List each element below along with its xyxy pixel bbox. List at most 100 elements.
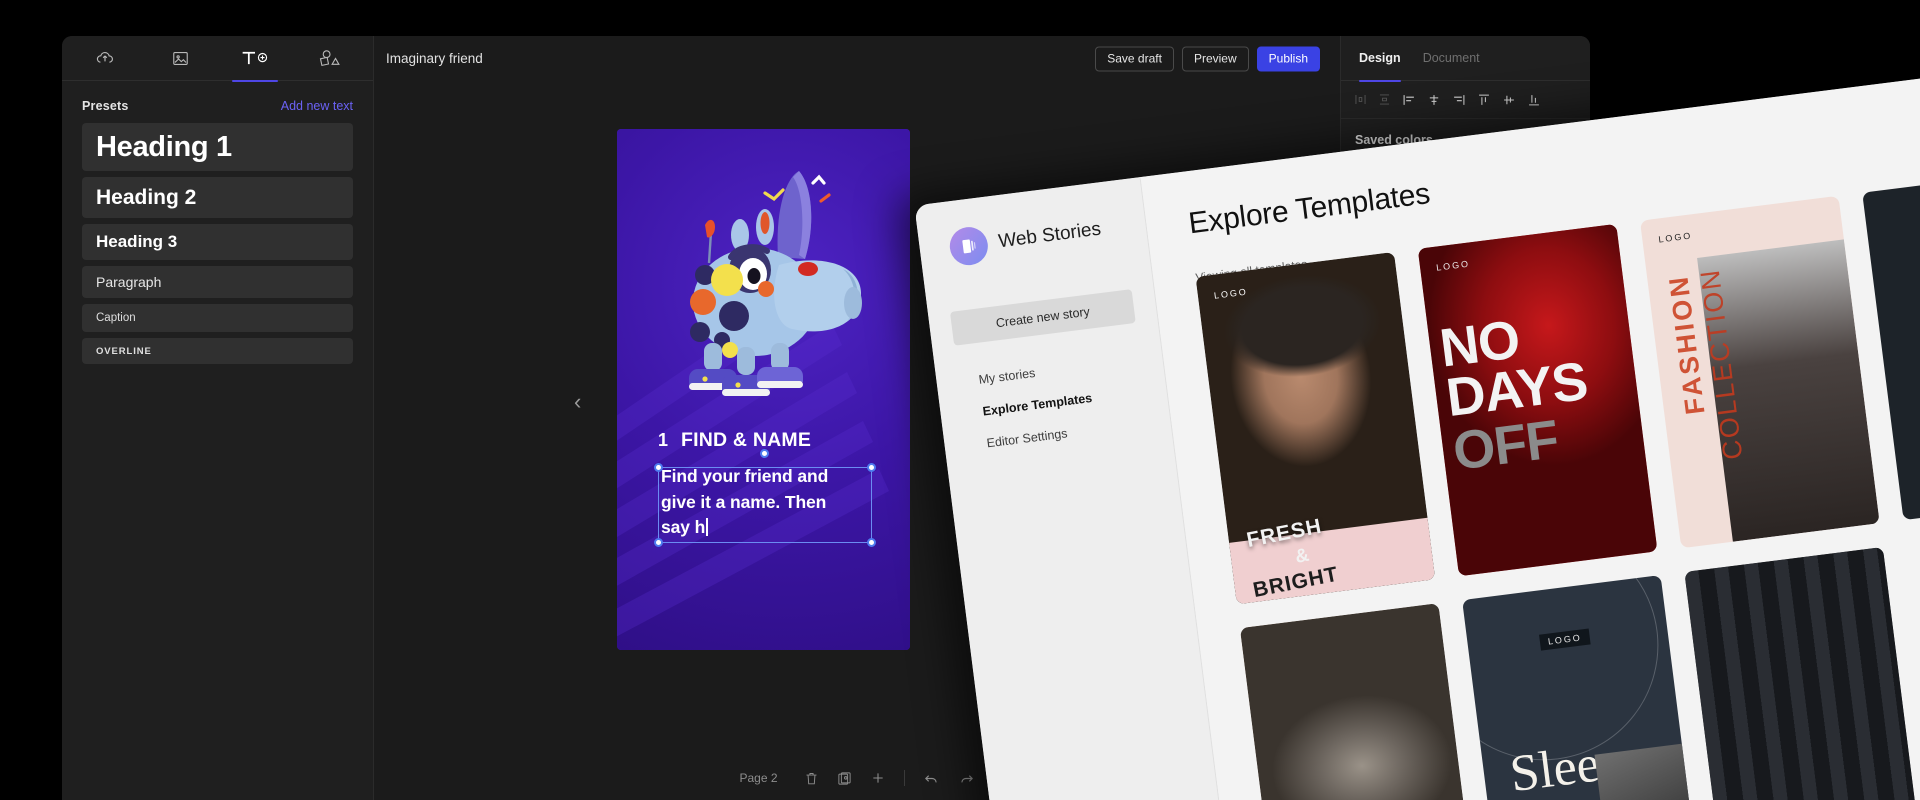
web-stories-logo-icon bbox=[947, 224, 991, 268]
undo-button[interactable] bbox=[923, 770, 940, 787]
dashboard-nav: My stories Explore Templates Editor Sett… bbox=[978, 350, 1171, 451]
media-tab[interactable] bbox=[143, 36, 218, 81]
align-bottom-icon bbox=[1529, 94, 1539, 105]
shapes-icon bbox=[319, 50, 340, 67]
nav-my-stories[interactable]: My stories bbox=[978, 350, 1163, 387]
preset-heading-2[interactable]: Heading 2 bbox=[82, 177, 353, 218]
resize-handle-bottom-right[interactable] bbox=[867, 538, 876, 547]
preset-label: Heading 3 bbox=[96, 232, 178, 251]
preset-label: OVERLINE bbox=[96, 345, 152, 357]
align-center-horizontal-button[interactable] bbox=[1427, 93, 1441, 107]
distribute-horizontal-icon bbox=[1355, 94, 1366, 105]
page-number-label: 1 bbox=[658, 430, 669, 450]
page-heading-text: FIND & NAME bbox=[681, 429, 812, 451]
toolbar-divider bbox=[903, 770, 905, 786]
page-heading-row[interactable]: 1 FIND & NAME bbox=[658, 429, 811, 452]
preset-paragraph[interactable]: Paragraph bbox=[82, 266, 353, 298]
create-new-story-button[interactable]: Create new story bbox=[949, 289, 1136, 346]
shapes-tab[interactable] bbox=[292, 36, 367, 81]
upload-tab[interactable] bbox=[68, 36, 143, 81]
dashboard-brand-label: Web Stories bbox=[997, 218, 1103, 253]
selected-text-element[interactable]: Find your friend and give it a name. The… bbox=[654, 449, 876, 547]
book-pages-icon bbox=[962, 239, 976, 254]
save-draft-button[interactable]: Save draft bbox=[1095, 46, 1174, 71]
presets-title: Presets bbox=[82, 99, 129, 113]
creature-illustration bbox=[689, 171, 862, 396]
template-photo-detail bbox=[1195, 251, 1417, 409]
resize-handle-top-right[interactable] bbox=[867, 463, 876, 472]
template-line-3: OFF bbox=[1449, 409, 1562, 482]
body-line-2: give it a name. Then bbox=[661, 491, 827, 512]
previous-page-arrow[interactable]: ‹ bbox=[574, 389, 581, 415]
template-card-no-days-off[interactable]: LOGO NO DAYS OFF bbox=[1417, 223, 1658, 577]
dashboard-main: Explore Templates Viewing all templates … bbox=[1140, 64, 1920, 800]
redo-icon bbox=[960, 774, 973, 783]
template-card-striped[interactable] bbox=[1684, 546, 1920, 800]
preset-list: Heading 1 Heading 2 Heading 3 Paragraph … bbox=[62, 123, 373, 364]
story-page-canvas[interactable]: 1 FIND & NAME Find your friend and give … bbox=[617, 129, 910, 650]
align-center-horizontal-icon bbox=[1429, 94, 1439, 105]
topbar-actions: Save draft Preview Publish bbox=[1095, 46, 1320, 71]
template-card-sleep[interactable]: LOGO Sleep bbox=[1462, 575, 1702, 800]
publish-button[interactable]: Publish bbox=[1256, 46, 1320, 71]
align-left-button[interactable] bbox=[1402, 93, 1416, 107]
align-right-button[interactable] bbox=[1452, 93, 1466, 107]
selected-text-content: Find your friend and give it a name. The… bbox=[661, 464, 881, 541]
add-page-icon bbox=[872, 773, 883, 783]
template-line-2: DAYS bbox=[1442, 351, 1591, 429]
template-card-fresh-bright[interactable]: LOGO FRESH & BRIGHT bbox=[1195, 251, 1436, 605]
body-line-3: say h bbox=[661, 517, 706, 537]
nav-editor-settings[interactable]: Editor Settings bbox=[986, 413, 1171, 450]
resize-handle-bottom-left[interactable] bbox=[654, 538, 663, 547]
add-page-button[interactable] bbox=[870, 770, 886, 786]
nav-explore-templates[interactable]: Explore Templates bbox=[982, 382, 1167, 419]
alignment-toolbar bbox=[1341, 81, 1590, 119]
template-card-fashion[interactable]: LOGO FASHION COLLECTION bbox=[1639, 195, 1880, 549]
resize-handle-top-left[interactable] bbox=[654, 463, 663, 472]
align-left-icon bbox=[1403, 94, 1414, 105]
library-tab-bar bbox=[62, 36, 373, 82]
distribute-horizontal-button[interactable] bbox=[1354, 93, 1367, 106]
redo-button[interactable] bbox=[958, 770, 975, 787]
align-middle-vertical-button[interactable] bbox=[1502, 93, 1516, 107]
template-card-elephant[interactable] bbox=[1239, 603, 1480, 800]
template-stripes bbox=[1684, 546, 1920, 800]
align-bottom-button[interactable] bbox=[1527, 93, 1541, 107]
screen: Presets Add new text Heading 1 Heading 2… bbox=[0, 0, 1920, 800]
page-indicator: Page 2 bbox=[739, 771, 778, 785]
tab-design[interactable]: Design bbox=[1359, 36, 1401, 82]
template-photo bbox=[1594, 743, 1702, 800]
distribute-vertical-button[interactable] bbox=[1378, 93, 1391, 106]
preview-button[interactable]: Preview bbox=[1181, 46, 1249, 71]
preset-heading-3[interactable]: Heading 3 bbox=[82, 224, 353, 260]
delete-icon bbox=[806, 772, 817, 784]
preset-label: Heading 1 bbox=[96, 130, 232, 163]
document-title[interactable]: Imaginary friend bbox=[386, 51, 483, 66]
preset-label: Heading 2 bbox=[96, 185, 197, 209]
align-top-icon bbox=[1479, 94, 1489, 105]
delete-page-button[interactable] bbox=[804, 771, 819, 786]
preset-heading-1[interactable]: Heading 1 bbox=[82, 123, 353, 171]
left-library-panel: Presets Add new text Heading 1 Heading 2… bbox=[62, 36, 374, 800]
text-caret bbox=[706, 518, 708, 536]
add-new-text-link[interactable]: Add new text bbox=[281, 99, 353, 113]
preset-label: Caption bbox=[96, 312, 136, 324]
text-add-icon bbox=[242, 51, 268, 65]
duplicate-page-button[interactable] bbox=[837, 771, 852, 786]
rotate-handle[interactable] bbox=[760, 449, 769, 458]
preset-overline[interactable]: OVERLINE bbox=[82, 338, 353, 364]
preset-caption[interactable]: Caption bbox=[82, 304, 353, 332]
preset-label: Paragraph bbox=[96, 274, 162, 290]
text-tab[interactable] bbox=[218, 36, 293, 82]
cloud-upload-icon bbox=[97, 52, 114, 63]
presets-header: Presets Add new text bbox=[62, 81, 373, 123]
inspector-tab-bar: Design Document bbox=[1341, 36, 1590, 82]
distribute-vertical-icon bbox=[1379, 94, 1390, 105]
template-logo-label: LOGO bbox=[1657, 230, 1693, 245]
align-top-button[interactable] bbox=[1477, 93, 1491, 107]
body-line-1: Find your friend and bbox=[661, 466, 829, 486]
tab-document[interactable]: Document bbox=[1423, 36, 1480, 81]
align-right-icon bbox=[1454, 94, 1465, 105]
tab-underline bbox=[231, 79, 278, 82]
duplicate-page-icon bbox=[837, 771, 851, 785]
